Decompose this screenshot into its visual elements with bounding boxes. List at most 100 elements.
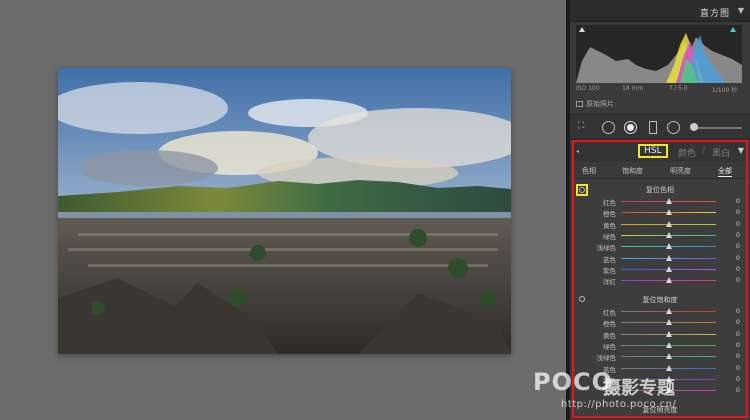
subtab-saturation[interactable]: 饱和度 (622, 166, 643, 176)
slider-row[interactable]: 洋红 0 (574, 385, 746, 396)
slider-row[interactable]: 红色 0 (574, 306, 746, 317)
slider-thumb-icon[interactable] (666, 319, 672, 326)
tab-hsl[interactable]: HSL (638, 144, 668, 158)
slider-thumb-icon[interactable] (666, 308, 672, 314)
slider-label: 橙色 (603, 320, 616, 329)
slider-label: 蓝色 (603, 365, 616, 374)
lightroom-develop-window: 直方图 ▼ ISO 100 18 mm f / 5.0 1/100 秒 原始照片… (0, 0, 750, 420)
slider-value[interactable]: 0 (726, 318, 740, 326)
slider-thumb-icon[interactable] (666, 220, 672, 227)
slider-row[interactable]: 浅绿色 0 (574, 241, 746, 252)
slider-thumb-icon[interactable] (666, 353, 672, 360)
slider-value[interactable]: 0 (726, 265, 740, 273)
brush-slider-knob[interactable] (690, 123, 698, 131)
slider-row[interactable]: 红色 0 (574, 196, 746, 207)
slider-label: 红色 (603, 199, 616, 207)
hsl-header: ◂ HSL 颜色 / 黑白 ▼ (574, 142, 746, 162)
slider-thumb-icon[interactable] (666, 375, 672, 382)
slider-thumb-icon[interactable] (666, 243, 672, 250)
histogram-title: 直方图 (699, 9, 730, 19)
panel-toggle-icon[interactable]: ◂ (576, 148, 579, 155)
slider-value[interactable]: 0 (726, 352, 740, 360)
image-preview-area (0, 0, 566, 420)
slider-value[interactable]: 0 (726, 276, 740, 284)
spot-removal-tool-icon[interactable] (602, 121, 615, 134)
slider-label: 浅绿色 (596, 354, 617, 363)
slider-thumb-icon[interactable] (666, 341, 672, 348)
subtab-hue[interactable]: 色相 (582, 166, 596, 176)
slider-row[interactable]: 橙色 0 (574, 207, 746, 218)
slider-value[interactable]: 0 (726, 364, 740, 372)
slider-value[interactable]: 0 (726, 254, 740, 262)
slider-value[interactable]: 0 (726, 231, 740, 239)
brush-slider[interactable] (692, 127, 742, 129)
hsl-subtabs: 色相 饱和度 明亮度 全部 (574, 163, 746, 179)
slider-thumb-icon[interactable] (666, 277, 672, 284)
slider-label: 蓝色 (603, 255, 616, 264)
slider-value[interactable]: 0 (726, 386, 740, 394)
slider-thumb-icon[interactable] (666, 254, 672, 261)
slider-thumb-icon[interactable] (666, 198, 672, 204)
original-photo-label: 原始照片 (586, 100, 614, 108)
graduated-filter-icon[interactable] (649, 121, 657, 134)
shutter-info: 1/100 秒 (712, 87, 738, 94)
slider-value[interactable]: 0 (726, 341, 740, 349)
reset-luminance-button[interactable]: 复位明亮度 (574, 405, 746, 415)
slider-label: 洋红 (603, 278, 616, 287)
original-photo-toggle[interactable]: 原始照片 (576, 99, 614, 109)
checkbox-icon[interactable] (576, 101, 583, 107)
slider-label: 紫色 (603, 376, 616, 385)
slider-row[interactable]: 紫色 0 (574, 264, 746, 275)
histogram-header[interactable]: 直方图 ▼ (570, 0, 750, 22)
slider-row[interactable]: 黄色 0 (574, 219, 746, 230)
slider-label: 洋红 (603, 388, 616, 397)
reset-hue-button[interactable]: 复位色相 (574, 185, 746, 195)
slider-thumb-icon[interactable] (666, 364, 672, 371)
collapse-caret-icon[interactable]: ▼ (738, 146, 744, 155)
slider-thumb-icon[interactable] (666, 209, 672, 216)
slider-row[interactable]: 绿色 0 (574, 340, 746, 351)
landscape-photo-icon (58, 68, 511, 354)
slider-label: 紫色 (603, 266, 616, 275)
slider-row[interactable]: 黄色 0 (574, 329, 746, 340)
slider-label: 红色 (603, 309, 616, 317)
slider-row[interactable]: 蓝色 0 (574, 253, 746, 264)
slider-row[interactable]: 绿色 0 (574, 230, 746, 241)
histogram-graph (576, 25, 742, 83)
slider-thumb-icon[interactable] (666, 387, 672, 394)
slider-thumb-icon[interactable] (666, 265, 672, 272)
slider-label: 橙色 (603, 210, 616, 219)
slider-label: 黄色 (603, 331, 616, 340)
slider-value[interactable]: 0 (726, 208, 740, 216)
red-eye-tool-icon[interactable] (624, 121, 637, 134)
aperture-info: f / 5.0 (670, 85, 688, 92)
slider-row[interactable]: 蓝色 0 (574, 363, 746, 374)
slider-value[interactable]: 0 (726, 197, 740, 205)
right-panel: 直方图 ▼ ISO 100 18 mm f / 5.0 1/100 秒 原始照片… (570, 0, 750, 420)
slider-value[interactable]: 0 (726, 220, 740, 228)
reset-saturation-button[interactable]: 复位饱和度 (574, 295, 746, 305)
slider-value[interactable]: 0 (726, 330, 740, 338)
collapse-caret-icon[interactable]: ▼ (738, 6, 744, 15)
slider-row[interactable]: 橙色 0 (574, 317, 746, 328)
slider-row[interactable]: 浅绿色 0 (574, 351, 746, 362)
slider-row[interactable]: 洋红 0 (574, 275, 746, 286)
slider-label: 黄色 (603, 221, 616, 230)
radial-filter-icon[interactable] (667, 121, 680, 134)
photo-preview (58, 68, 511, 354)
slider-value[interactable]: 0 (726, 307, 740, 315)
crop-tool-icon[interactable]: ⛶ (578, 120, 584, 132)
subtab-luminance[interactable]: 明亮度 (670, 166, 691, 176)
slider-label: 绿色 (603, 232, 616, 241)
tab-color[interactable]: 颜色 (678, 146, 696, 159)
slider-thumb-icon[interactable] (666, 231, 672, 238)
slider-thumb-icon[interactable] (666, 330, 672, 337)
slider-value[interactable]: 0 (726, 242, 740, 250)
hsl-panel: ◂ HSL 颜色 / 黑白 ▼ 色相 饱和度 明亮度 全部 复位色相 红色 0 橙色… (572, 140, 748, 418)
slider-row[interactable]: 紫色 0 (574, 374, 746, 385)
iso-info: ISO 100 (576, 85, 600, 92)
subtab-all[interactable]: 全部 (718, 166, 732, 177)
slider-label: 浅绿色 (596, 244, 617, 253)
tab-black-white[interactable]: 黑白 (712, 146, 730, 159)
slider-value[interactable]: 0 (726, 375, 740, 383)
